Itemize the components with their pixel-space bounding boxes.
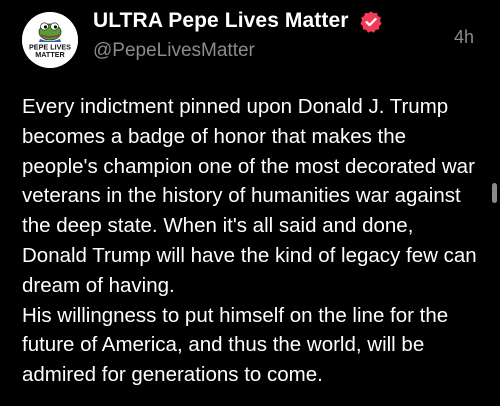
post-card: PEPE LIVES MATTER ULTRA Pepe Lives Matte… <box>0 0 500 406</box>
avatar-text-line2: MATTER <box>35 50 65 59</box>
post-paragraph: Every indictment pinned upon Donald J. T… <box>22 95 477 297</box>
verified-badge-icon <box>360 11 382 33</box>
avatar[interactable]: PEPE LIVES MATTER <box>22 12 78 68</box>
user-handle[interactable]: @PepeLivesMatter <box>93 40 255 62</box>
display-name[interactable]: ULTRA Pepe Lives Matter <box>93 9 349 33</box>
pepe-avatar-icon: PEPE LIVES MATTER <box>22 12 78 68</box>
post-text: Every indictment pinned upon Donald J. T… <box>22 92 484 390</box>
scrollbar-thumb[interactable] <box>492 183 497 203</box>
post-timestamp: 4h <box>454 27 475 47</box>
post-paragraph: His willingness to put himself on the li… <box>22 303 449 387</box>
